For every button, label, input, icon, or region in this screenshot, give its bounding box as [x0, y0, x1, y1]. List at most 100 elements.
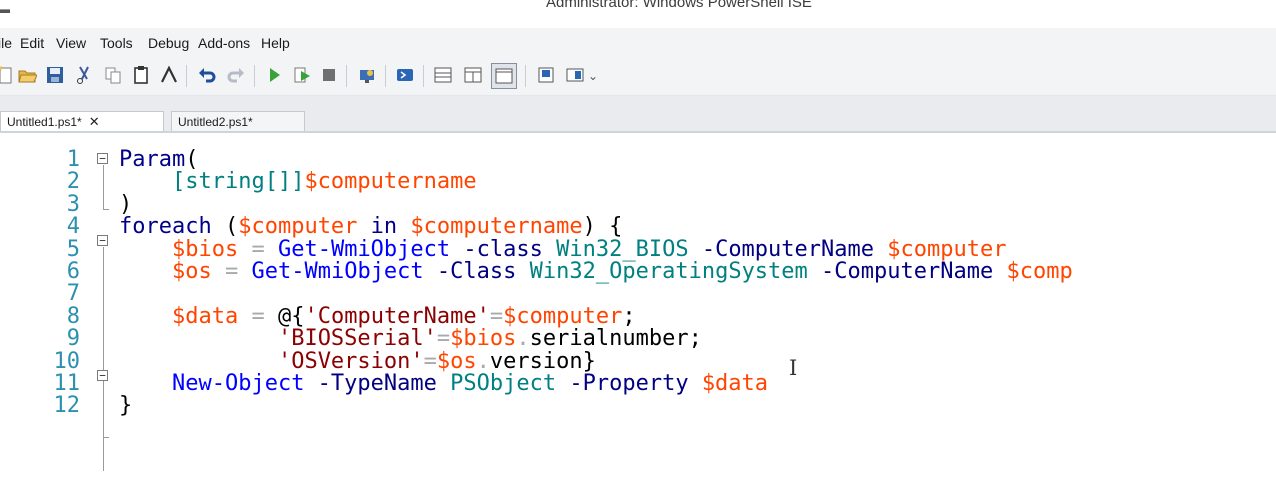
show-script-pane-right-icon[interactable]	[462, 64, 484, 86]
script-tab-strip: Untitled1.ps1* ✕ Untitled2.ps1*	[0, 96, 1276, 133]
code-token-type: PSObject	[450, 371, 557, 396]
code-line[interactable]: $os = Get-WmiObject -Class Win32_Operati…	[119, 259, 1073, 285]
code-token-type: Win32_OperatingSystem	[529, 259, 808, 284]
fold-guide-end	[103, 437, 109, 438]
stop-icon[interactable]	[318, 64, 340, 86]
show-script-pane-maximized-icon[interactable]	[491, 63, 517, 89]
code-token-operator: =	[238, 236, 278, 262]
cut-icon[interactable]	[73, 64, 95, 86]
toolbar-overflow-icon[interactable]: ⌄	[588, 69, 598, 83]
code-line[interactable]: New-Object -TypeName PSObject -Property …	[119, 371, 768, 397]
collapse-region-icon[interactable]: −	[97, 370, 108, 381]
code-token-punct	[119, 304, 172, 329]
code-token-punct: }	[582, 348, 596, 374]
menu-tools[interactable]: Tools	[100, 35, 133, 51]
collapse-region-icon[interactable]: −	[97, 153, 108, 164]
window-control-icon: ▬	[0, 2, 10, 16]
code-token-keyword: Param	[119, 147, 186, 172]
code-token-operator: =	[436, 326, 451, 352]
tab-label: Untitled1.ps1*	[7, 114, 82, 129]
code-token-punct: ;	[688, 326, 702, 352]
code-line[interactable]: }	[119, 393, 132, 419]
start-powershell-icon[interactable]	[394, 64, 416, 86]
code-token-punct	[119, 169, 172, 194]
code-token-variable: $bios	[450, 326, 517, 352]
clear-console-icon[interactable]	[158, 64, 180, 86]
code-token-operator: =	[423, 348, 437, 374]
code-token-string: 'ComputerName'	[304, 303, 490, 329]
code-token-command: Get-WmiObject	[277, 236, 451, 262]
code-token-punct: ;	[622, 303, 636, 329]
toolbar-separator	[254, 65, 255, 87]
menu-file[interactable]: ile	[0, 35, 12, 51]
toolbar-separator	[423, 65, 424, 87]
code-token-punct: )	[119, 191, 133, 217]
window-title: Administrator: Windows PowerShell ISE	[546, 0, 812, 11]
menu-view[interactable]: View	[56, 35, 86, 51]
code-token-operator: .	[516, 326, 530, 352]
paste-icon[interactable]	[130, 64, 152, 86]
code-token-punct: (	[211, 214, 239, 240]
code-token-variable: $computer	[503, 303, 623, 329]
menu-edit[interactable]: Edit	[20, 35, 44, 51]
code-token-punct: @{	[277, 303, 305, 329]
close-icon[interactable]: ✕	[89, 114, 100, 130]
code-token-command: Get-WmiObject	[251, 259, 424, 284]
save-icon[interactable]	[44, 64, 66, 86]
collapse-region-icon[interactable]: −	[97, 235, 108, 246]
code-token-punct: }	[119, 393, 133, 419]
tab-label: Untitled2.ps1*	[178, 114, 253, 129]
code-token-keyword: foreach	[119, 214, 212, 240]
code-token-variable: $data	[171, 303, 239, 329]
code-token-operator: =	[489, 303, 504, 329]
code-token-operator: =	[211, 259, 252, 284]
show-command-addon-icon[interactable]	[564, 64, 586, 86]
code-token-parameter: -ComputerName	[688, 236, 888, 262]
code-token-parameter: -TypeName	[304, 371, 451, 396]
code-token-member: version	[489, 348, 583, 374]
code-token-parameter: -ComputerName	[807, 259, 1007, 284]
text-cursor: I	[789, 356, 798, 380]
show-script-pane-top-icon[interactable]	[432, 64, 454, 86]
code-token-operator: .	[476, 348, 490, 374]
code-line[interactable]: [string[]]$computername	[119, 169, 477, 195]
menu-debug[interactable]: Debug	[148, 35, 189, 51]
tab-untitled2[interactable]: Untitled2.ps1*	[171, 111, 305, 131]
code-token-punct	[119, 237, 172, 262]
new-script-icon[interactable]	[0, 64, 16, 86]
line-number: 12	[53, 393, 81, 419]
code-token-variable: $bios	[171, 236, 239, 262]
code-token-member: serialnumber	[529, 326, 689, 352]
code-token-punct	[119, 349, 278, 374]
show-command-window-icon[interactable]	[535, 64, 557, 86]
code-token-command: New-Object	[171, 371, 305, 396]
code-token-type: Win32_BIOS	[556, 236, 689, 262]
fold-guide-end	[103, 209, 109, 210]
code-token-variable: $comp	[1006, 259, 1073, 284]
toolbar-separator	[525, 65, 526, 87]
code-token-punct	[119, 326, 278, 351]
script-editor[interactable]: 1 2 3 4 5 6 7 8 9 10 11 12 Param( [string[]]$comput…	[0, 133, 1276, 493]
toolbar-separator	[346, 65, 347, 87]
toolbar-separator	[186, 65, 187, 87]
redo-icon[interactable]	[225, 64, 247, 86]
tab-untitled1[interactable]: Untitled1.ps1* ✕	[0, 111, 164, 131]
run-selection-icon[interactable]	[291, 64, 313, 86]
code-token-punct	[119, 259, 172, 284]
menu-add-ons[interactable]: Add-ons	[198, 35, 250, 51]
code-token-parameter: -Class	[423, 259, 530, 284]
toolbar-separator	[385, 65, 386, 87]
code-token-variable: $computer	[238, 214, 358, 240]
title-bar: ▬ Administrator: Windows PowerShell ISE	[0, 0, 1276, 28]
open-icon[interactable]	[16, 64, 38, 86]
undo-icon[interactable]	[196, 64, 218, 86]
new-remote-tab-icon[interactable]	[356, 64, 378, 86]
copy-icon[interactable]	[102, 64, 124, 86]
code-token-keyword: in	[357, 214, 411, 240]
code-token-type: [string[]]	[171, 169, 305, 195]
run-script-icon[interactable]	[263, 64, 285, 86]
code-token-punct: ) {	[582, 214, 623, 240]
menu-help[interactable]: Help	[261, 35, 290, 51]
code-token-variable: $computername	[410, 214, 583, 240]
code-token-variable: $computer	[887, 236, 1007, 262]
